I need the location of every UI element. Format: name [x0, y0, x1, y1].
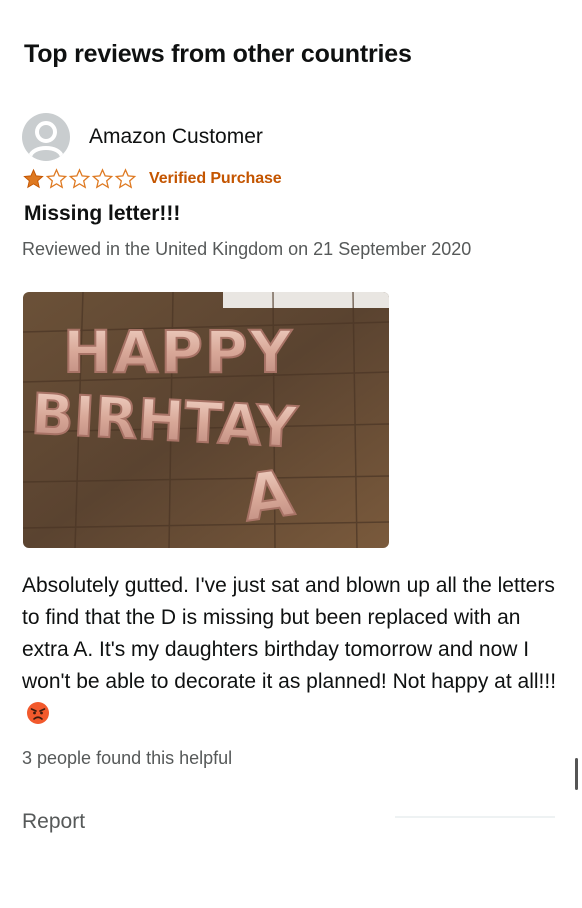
- divider: [395, 816, 555, 818]
- review-body: Absolutely gutted. I've just sat and blo…: [22, 570, 562, 730]
- star-empty-icon: [45, 168, 68, 189]
- avatar: [22, 113, 70, 161]
- scrollbar[interactable]: [575, 758, 578, 790]
- balloon-photo: HAPPY BIRHTAY A: [23, 292, 389, 548]
- reviewer-profile[interactable]: Amazon Customer: [22, 113, 263, 161]
- star-empty-icon: [91, 168, 114, 189]
- review-title: Missing letter!!!: [24, 202, 181, 225]
- star-empty-icon: [68, 168, 91, 189]
- report-link[interactable]: Report: [22, 810, 85, 834]
- helpful-count: 3 people found this helpful: [22, 748, 233, 768]
- user-silhouette-icon: [28, 121, 64, 158]
- reviewer-name: Amazon Customer: [89, 125, 263, 148]
- balloon-text-line1: HAPPY: [63, 318, 293, 386]
- verified-purchase-badge[interactable]: Verified Purchase: [149, 170, 282, 188]
- star-filled-icon: [23, 168, 44, 189]
- review-body-text: Absolutely gutted. I've just sat and blo…: [22, 574, 557, 693]
- star-rating: [22, 168, 137, 190]
- rating-row: Verified Purchase: [22, 168, 282, 190]
- review-image[interactable]: HAPPY BIRHTAY A: [23, 292, 389, 548]
- review-date: Reviewed in the United Kingdom on 21 Sep…: [22, 239, 472, 259]
- star-empty-icon: [114, 168, 137, 189]
- angry-face-icon: [27, 702, 49, 724]
- section-title: Top reviews from other countries: [24, 40, 412, 68]
